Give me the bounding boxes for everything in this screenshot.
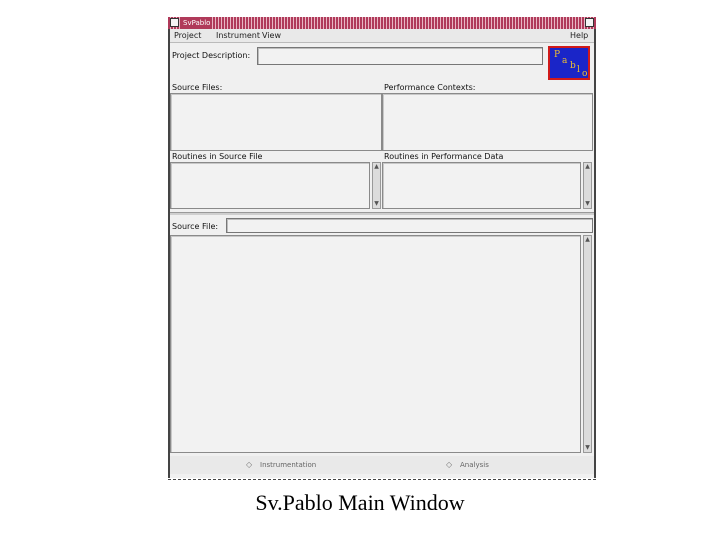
title-bar[interactable] [168, 17, 596, 29]
menu-instrument[interactable]: Instrument [216, 31, 260, 41]
project-description-field[interactable] [257, 47, 543, 65]
routines-source-file-scrollbar[interactable]: ▲ ▼ [372, 162, 381, 209]
pane-separator[interactable] [170, 212, 594, 215]
window-title: SvPablo [181, 17, 213, 29]
window-menu-button[interactable] [170, 18, 179, 27]
slide-caption: Sv.Pablo Main Window [255, 490, 465, 515]
mode-bar: ◇ Instrumentation ◇ Analysis [170, 456, 594, 474]
menu-help[interactable]: Help [570, 31, 588, 41]
instrumentation-radio-label[interactable]: Instrumentation [260, 461, 316, 469]
project-description-label: Project Description: [172, 51, 251, 60]
scroll-down-icon[interactable]: ▼ [584, 200, 591, 208]
source-file-field[interactable] [226, 218, 593, 233]
source-file-label: Source File: [172, 222, 219, 231]
divider-line [168, 479, 596, 480]
routines-performance-data-list[interactable] [382, 162, 581, 209]
routines-performance-data-scrollbar[interactable]: ▲ ▼ [583, 162, 592, 209]
menu-view[interactable]: View [262, 31, 281, 41]
performance-contexts-label: Performance Contexts: [384, 83, 476, 92]
pablo-logo: P a b l o [548, 46, 590, 80]
maximize-button[interactable] [585, 18, 594, 27]
routines-source-file-label: Routines in Source File [172, 152, 263, 161]
scroll-down-icon[interactable]: ▼ [584, 444, 591, 452]
scroll-down-icon[interactable]: ▼ [373, 200, 380, 208]
source-code-view[interactable] [170, 235, 581, 453]
scroll-up-icon[interactable]: ▲ [584, 163, 591, 171]
routines-performance-data-label: Routines in Performance Data [384, 152, 504, 161]
source-code-scrollbar[interactable]: ▲ ▼ [583, 235, 592, 453]
analysis-radio-label[interactable]: Analysis [460, 461, 489, 469]
routines-source-file-list[interactable] [170, 162, 370, 209]
menu-project[interactable]: Project [174, 31, 201, 41]
analysis-radio-icon[interactable]: ◇ [446, 460, 452, 469]
source-files-label: Source Files: [172, 83, 223, 92]
source-files-list[interactable] [170, 93, 382, 151]
menu-bar: Project Instrument View Help [170, 29, 594, 43]
scroll-up-icon[interactable]: ▲ [373, 163, 380, 171]
performance-contexts-list[interactable] [382, 93, 593, 151]
scroll-up-icon[interactable]: ▲ [584, 236, 591, 244]
instrumentation-radio-icon[interactable]: ◇ [246, 460, 252, 469]
